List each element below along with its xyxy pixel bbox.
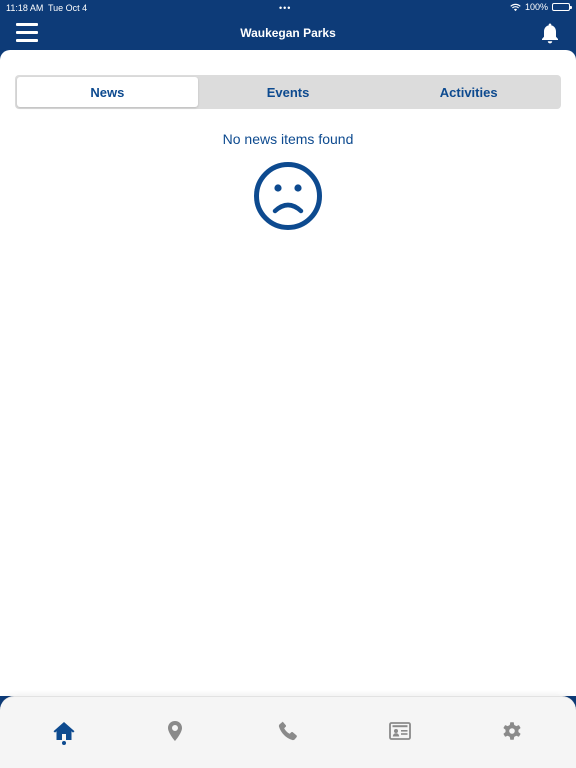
battery-icon [552,3,572,11]
tab-news[interactable]: News [17,77,198,107]
page-title: Waukegan Parks [240,26,336,40]
status-right: 100% [510,2,572,12]
contact-card-icon[interactable] [388,719,412,743]
active-tab-indicator [62,741,66,745]
phone-icon[interactable] [276,719,300,743]
wifi-icon [510,3,521,11]
battery-percent: 100% [524,2,548,12]
segmented-control: News Events Activities [15,75,561,109]
main-content: News Events Activities No news items fou… [0,50,576,696]
status-date: Tue Oct 4 [48,3,88,13]
tab-events[interactable]: Events [198,77,379,107]
tab-activities[interactable]: Activities [378,77,559,107]
nav-bar: Waukegan Parks [0,16,576,50]
sad-face-icon [254,162,322,230]
gear-icon[interactable] [500,719,524,743]
location-pin-icon[interactable] [163,719,187,743]
bottom-tab-bar [0,696,576,768]
multitasking-dots[interactable]: ••• [279,3,291,13]
bell-icon[interactable] [538,21,562,45]
empty-state-message: No news items found [222,131,354,147]
status-bar: 11:18 AM Tue Oct 4 ••• 100% [0,0,576,16]
status-time: 11:18 AM [6,3,44,13]
home-icon[interactable] [52,719,76,743]
